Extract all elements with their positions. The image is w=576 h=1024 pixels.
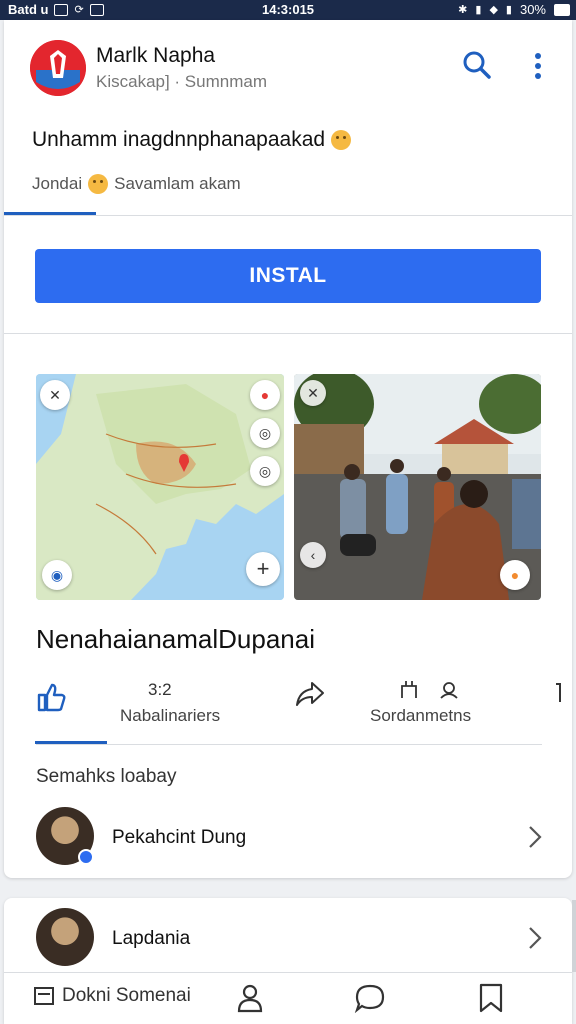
- post-text: Unhamm inagdnnphanapaakad: [32, 128, 352, 152]
- comments-title: Semahks loabay: [36, 766, 177, 787]
- post-meta: Kiscakap] · Sumnmam: [96, 72, 267, 91]
- reaction-sub: Savamlam akam: [114, 174, 241, 193]
- divider: [4, 333, 572, 334]
- street-photo[interactable]: ✕ ‹ ●: [294, 374, 541, 600]
- my-location-icon[interactable]: ◉: [42, 560, 72, 590]
- sync-icon: ⟳: [74, 3, 84, 16]
- clock: 14:3:015: [262, 2, 315, 17]
- chat-icon[interactable]: [354, 983, 386, 1018]
- signal-icon: ▮: [505, 3, 512, 16]
- message-icon: [89, 3, 104, 16]
- commenter-name: Lapdania: [112, 928, 191, 949]
- emoji-icon: [88, 174, 109, 194]
- like-icon[interactable]: [36, 682, 66, 717]
- like-count: 3:2: [148, 680, 172, 699]
- post-headline[interactable]: NenahaianamalDupanai: [36, 624, 315, 655]
- comment-item[interactable]: Pekahcint Dung: [4, 807, 572, 869]
- share-icon[interactable]: [294, 680, 326, 713]
- profile-icon[interactable]: [236, 983, 264, 1018]
- users-icon[interactable]: [398, 678, 458, 705]
- feed-icon: [34, 987, 54, 1005]
- nav-item-feed[interactable]: Dokni Somenai: [34, 985, 191, 1007]
- chevron-right-icon[interactable]: [528, 926, 542, 950]
- bookmark-icon[interactable]: [478, 983, 504, 1018]
- likes-label[interactable]: Nabalinariers: [120, 706, 220, 726]
- battery-icon: [554, 3, 570, 16]
- edge-shadow: [572, 900, 576, 972]
- battery-level: 30%: [519, 2, 546, 17]
- search-icon[interactable]: [462, 50, 492, 85]
- notification-icon: [54, 3, 69, 16]
- action-bar: 3:2 Nabalinariers Sordanmetns: [34, 676, 561, 732]
- bottom-navigation: Dokni Somenai: [4, 972, 572, 1024]
- post-card: Marlk Napha Kiscakap] · Sumnmam Unhamm i…: [4, 20, 572, 878]
- more-vert-icon[interactable]: [532, 52, 544, 85]
- compass-icon[interactable]: ◎: [250, 456, 280, 486]
- carrier-label: Batd u: [8, 2, 49, 17]
- verified-badge-icon: [78, 849, 94, 865]
- chevron-right-icon[interactable]: [528, 825, 542, 849]
- reaction-label: Jondai: [32, 174, 83, 193]
- post-body: Unhamm inagdnnphanapaakad: [32, 128, 326, 151]
- pin-icon[interactable]: ●: [500, 560, 530, 590]
- zoom-in-icon[interactable]: +: [246, 552, 280, 586]
- comment-item[interactable]: Lapdania: [4, 908, 572, 970]
- back-icon[interactable]: ‹: [300, 542, 326, 568]
- divider: [4, 215, 572, 216]
- bluetooth-icon: ✱: [458, 3, 468, 16]
- emoji-icon: [331, 130, 352, 150]
- vibrate-icon: ▮: [475, 3, 482, 16]
- overflow-icon[interactable]: [554, 682, 564, 709]
- author-name[interactable]: Marlk Napha: [96, 44, 215, 68]
- comments-label[interactable]: Sordanmetns: [370, 706, 471, 726]
- divider: [36, 744, 542, 745]
- location-pin-icon[interactable]: ●: [250, 380, 280, 410]
- reaction-summary[interactable]: Jondai Savamlam akam: [32, 174, 241, 194]
- map-image[interactable]: ✕ ● ◎ ◎ ◉ +: [36, 374, 284, 600]
- commenter-name: Pekahcint Dung: [112, 827, 247, 848]
- install-button[interactable]: INSTAL: [35, 249, 541, 303]
- close-icon[interactable]: ✕: [300, 380, 326, 406]
- nav-label: Dokni Somenai: [62, 985, 191, 1006]
- status-bar: Batd u ⟳ 14:3:015 ✱ ▮ ◆ ▮ 30%: [0, 0, 576, 20]
- avatar[interactable]: [36, 908, 94, 966]
- wifi-icon: ◆: [489, 3, 498, 16]
- page-avatar[interactable]: [30, 40, 86, 96]
- map-layer-icon[interactable]: ◎: [250, 418, 280, 448]
- close-icon[interactable]: ✕: [40, 380, 70, 410]
